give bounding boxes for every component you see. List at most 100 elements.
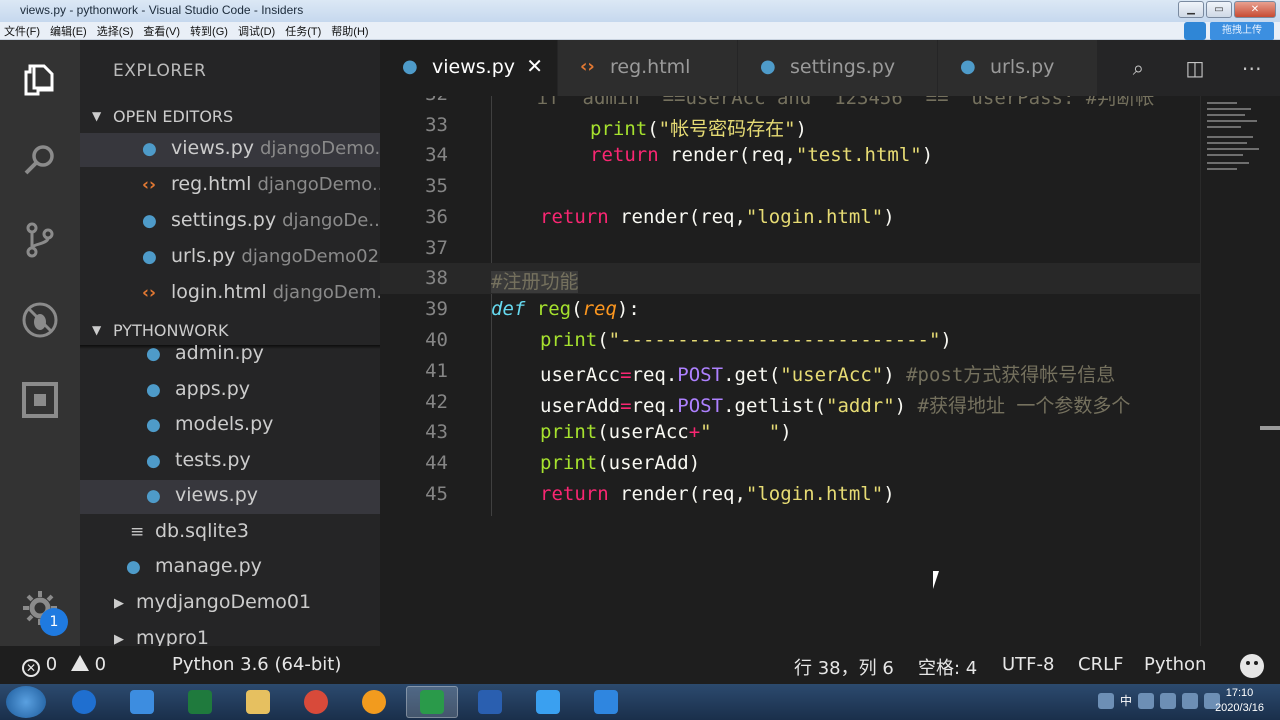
browser-app[interactable] — [348, 686, 400, 718]
clock-time: 17:10 — [1225, 687, 1254, 699]
clock[interactable]: 17:10 2020/3/16 — [1215, 686, 1264, 716]
extensions-icon[interactable] — [20, 380, 60, 420]
editor-tabs: ● views.py ✕ ‹› reg.html ● settings.py ●… — [380, 40, 1280, 96]
menu-debug[interactable]: 调试(D) — [238, 23, 275, 39]
tab-views-py[interactable]: ● views.py ✕ — [380, 40, 558, 96]
vscode-app[interactable] — [406, 686, 458, 718]
python-icon: ● — [146, 415, 161, 435]
file-tree-item-selected[interactable]: ● views.py — [80, 480, 380, 514]
html-icon: ‹› — [580, 56, 595, 77]
scrollbar-thumb[interactable] — [1260, 426, 1280, 430]
indentation[interactable]: 空格: 4 — [918, 654, 977, 680]
code-token: print — [540, 421, 598, 443]
menu-edit[interactable]: 编辑(E) — [50, 23, 87, 39]
word-app[interactable] — [464, 686, 516, 718]
code-token: " " — [700, 421, 781, 443]
maximize-button[interactable]: ▭ — [1206, 1, 1232, 18]
code-token: req. — [631, 395, 678, 417]
excel-app[interactable] — [174, 686, 226, 718]
tab-urls-py[interactable]: ● urls.py — [938, 40, 1098, 96]
menu-go[interactable]: 转到(G) — [190, 23, 228, 39]
help-icon[interactable] — [1138, 692, 1154, 709]
code-token: return — [540, 483, 609, 505]
menu-tasks[interactable]: 任务(T) — [285, 23, 321, 39]
line-number: 44 — [425, 452, 448, 474]
open-editors-section[interactable]: ▼ OPEN EDITORS — [80, 102, 380, 132]
end-of-line[interactable]: CRLF — [1078, 654, 1123, 675]
tab-reg-html[interactable]: ‹› reg.html — [558, 40, 738, 96]
code-token: (userAcc — [597, 421, 689, 443]
mouse-cursor — [933, 571, 939, 589]
more-actions-icon[interactable]: ⋯ — [1238, 54, 1266, 82]
line-number: 39 — [425, 298, 448, 320]
file-tree-item[interactable]: ● admin.py — [80, 338, 380, 372]
tray-icon[interactable] — [1097, 692, 1114, 709]
code-line: 41 userAcc=req.POST.get("userAcc") #post… — [380, 356, 1200, 387]
sogou-app[interactable] — [58, 686, 110, 718]
folder-tree-item[interactable]: ▶ mypro1 — [80, 623, 380, 646]
calendar-app[interactable] — [580, 686, 632, 718]
tray-icon[interactable] — [1160, 692, 1176, 709]
menu-help[interactable]: 帮助(H) — [331, 23, 368, 39]
open-editor-item[interactable]: ● views.py djangoDemo... — [80, 133, 380, 167]
minimap[interactable] — [1200, 96, 1280, 646]
file-name: tests.py — [175, 449, 251, 471]
minimize-button[interactable]: ▁ — [1178, 1, 1204, 18]
explorer-app[interactable] — [232, 686, 284, 718]
code-token: "login.html" — [745, 483, 884, 505]
ime-indicator[interactable]: 中 — [1120, 692, 1132, 709]
feedback-smiley-icon[interactable] — [1240, 654, 1264, 678]
folder-tree-item[interactable]: ▶ mydjangoDemo01 — [80, 587, 380, 621]
menu-view[interactable]: 查看(V) — [143, 23, 180, 39]
error-count: 0 — [45, 654, 58, 675]
menu-file[interactable]: 文件(F) — [4, 23, 40, 39]
cloud-app[interactable] — [116, 686, 168, 718]
python-interpreter[interactable]: Python 3.6 (64-bit) — [172, 654, 341, 675]
close-window-button[interactable]: ✕ — [1234, 1, 1276, 18]
html-icon: ‹› — [142, 175, 157, 195]
split-editor-icon[interactable]: ◫ — [1181, 54, 1209, 82]
code-token: "addr" — [826, 395, 895, 417]
drag-upload-button[interactable]: 拖拽上传 — [1210, 22, 1274, 40]
file-tree-item[interactable]: ● models.py — [80, 409, 380, 443]
code-line: 36 return render(req,"login.html") — [380, 202, 1200, 233]
file-tree-item[interactable]: ● manage.py — [80, 551, 380, 585]
code-token: ( — [571, 298, 583, 320]
tab-settings-py[interactable]: ● settings.py — [738, 40, 938, 96]
html-icon: ‹› — [142, 283, 157, 303]
python-icon: ● — [402, 56, 418, 77]
code-line: 32 if admin ==userAcc and 123456 == user… — [380, 96, 1200, 110]
clock-date: 2020/3/16 — [1215, 702, 1264, 714]
feishu-app[interactable] — [522, 686, 574, 718]
code-editor[interactable]: 32 if admin ==userAcc and 123456 == user… — [380, 96, 1200, 646]
start-button[interactable] — [6, 686, 46, 718]
search-icon[interactable] — [20, 140, 60, 180]
volume-icon[interactable] — [1182, 692, 1198, 709]
open-editor-item[interactable]: ● urls.pydjangoDemo02... — [80, 241, 380, 275]
debug-icon[interactable] — [20, 300, 60, 340]
open-changes-icon[interactable]: ⌕ — [1124, 54, 1152, 82]
close-tab-icon[interactable]: ✕ — [526, 54, 543, 78]
file-tree-item[interactable]: ≡ db.sqlite3 — [80, 516, 380, 550]
code-line: 37 — [380, 233, 1200, 264]
chevron-down-icon: ▼ — [92, 109, 102, 123]
open-editor-item[interactable]: ‹› reg.html djangoDemo... — [80, 169, 380, 203]
encoding[interactable]: UTF-8 — [1002, 654, 1054, 675]
file-name: views.py — [171, 137, 254, 159]
file-tree-item[interactable]: ● tests.py — [80, 445, 380, 479]
cursor-position[interactable]: 行 38，列 6 — [794, 654, 894, 680]
file-name: apps.py — [175, 378, 251, 400]
language-mode[interactable]: Python — [1144, 654, 1206, 675]
source-control-icon[interactable] — [20, 220, 60, 260]
file-name: manage.py — [155, 555, 262, 577]
code-line: 43 print(userAcc+" ") — [380, 417, 1200, 448]
code-token: req. — [631, 364, 678, 386]
chrome-app[interactable] — [290, 686, 342, 718]
file-name: views.py — [175, 484, 258, 506]
problems-indicator[interactable]: ✕ 0 0 — [22, 654, 106, 677]
menu-selection[interactable]: 选择(S) — [97, 23, 134, 39]
file-tree-item[interactable]: ● apps.py — [80, 374, 380, 408]
explorer-icon[interactable] — [20, 60, 60, 100]
open-editor-item[interactable]: ● settings.py djangoDe... — [80, 205, 380, 239]
open-editor-item[interactable]: ‹› login.htmldjangoDem... — [80, 277, 380, 311]
